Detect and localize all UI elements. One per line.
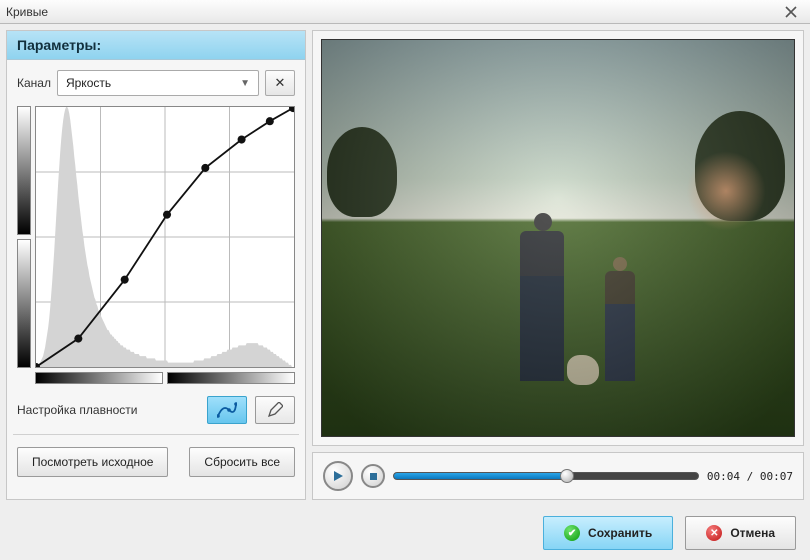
smooth-curve-button[interactable]: [207, 396, 247, 424]
close-button[interactable]: [778, 3, 804, 21]
horizontal-bw-ramp: [35, 372, 163, 384]
close-icon: [785, 6, 797, 18]
chevron-down-icon: ▼: [240, 78, 250, 89]
vertical-color-ramp: [17, 239, 31, 368]
curves-graph[interactable]: [35, 106, 295, 368]
horizontal-color-ramp: [167, 372, 295, 384]
titlebar: Кривые: [0, 0, 810, 24]
channel-value: Яркость: [66, 76, 111, 90]
progress-bar[interactable]: [393, 472, 699, 480]
vertical-bw-ramp: [17, 106, 31, 235]
footer: ✔ Сохранить ✕ Отмена: [0, 506, 810, 560]
save-button[interactable]: ✔ Сохранить: [543, 516, 673, 550]
video-preview: [321, 39, 795, 437]
left-panel: Параметры: Канал Яркость ▼ ✕: [6, 30, 306, 500]
duration: 00:07: [760, 470, 793, 483]
smooth-curve-icon: [217, 402, 237, 418]
x-icon: ✕: [275, 75, 286, 91]
player-controls: 00:04 / 00:07: [312, 452, 804, 500]
pencil-curve-button[interactable]: [255, 396, 295, 424]
cancel-icon: ✕: [706, 525, 722, 541]
vertical-ramps: [17, 106, 31, 368]
channel-label: Канал: [17, 76, 51, 90]
pencil-icon: [267, 402, 283, 418]
view-original-button[interactable]: Посмотреть исходное: [17, 447, 168, 477]
check-icon: ✔: [564, 525, 580, 541]
stop-icon: [369, 472, 378, 481]
channel-select[interactable]: Яркость ▼: [57, 70, 259, 96]
play-button[interactable]: [323, 461, 353, 491]
stop-button[interactable]: [361, 464, 385, 488]
smooth-label: Настройка плавности: [17, 403, 199, 417]
current-time: 00:04: [707, 470, 740, 483]
window-title: Кривые: [6, 5, 778, 19]
reset-all-button[interactable]: Сбросить все: [189, 447, 295, 477]
reset-channel-button[interactable]: ✕: [265, 70, 295, 96]
params-heading: Параметры:: [7, 31, 305, 60]
time-display: 00:04 / 00:07: [707, 470, 793, 483]
horizontal-ramps: [35, 372, 295, 384]
cancel-button[interactable]: ✕ Отмена: [685, 516, 796, 550]
play-icon: [332, 470, 344, 482]
progress-thumb[interactable]: [560, 469, 574, 483]
preview-panel: [312, 30, 804, 446]
